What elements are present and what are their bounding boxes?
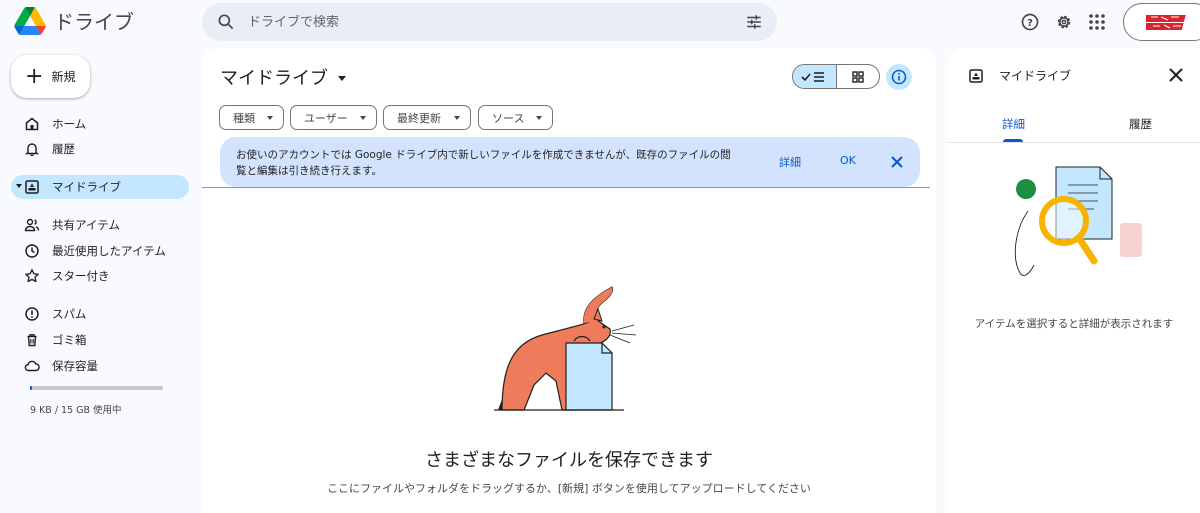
nav-item-starred[interactable]: スター付き bbox=[11, 264, 189, 288]
storage-usage-fill bbox=[30, 386, 32, 390]
trash-icon bbox=[27, 334, 37, 347]
storage-usage-bar bbox=[30, 386, 163, 390]
nav-item-trash[interactable]: ゴミ箱 bbox=[11, 328, 189, 352]
nav-item-storage[interactable]: 保存容量 bbox=[11, 354, 189, 378]
chevron-down-icon bbox=[338, 75, 346, 81]
close-icon[interactable] bbox=[1167, 66, 1185, 84]
details-title: マイドライブ bbox=[999, 69, 1072, 83]
plus-icon: + bbox=[25, 63, 44, 89]
chevron-down-icon bbox=[267, 116, 273, 120]
search-icon[interactable] bbox=[216, 12, 236, 32]
check-list-icon bbox=[801, 71, 825, 82]
app-name: ドライブ bbox=[54, 10, 134, 34]
drive-logo[interactable]: ドライブ bbox=[14, 6, 134, 35]
banner-details-link[interactable]: 詳細 bbox=[779, 154, 801, 170]
info-button[interactable] bbox=[886, 64, 912, 90]
filter-modified[interactable]: 最終更新 bbox=[383, 105, 471, 130]
home-icon bbox=[25, 117, 39, 131]
banner-message: お使いのアカウントでは Google ドライブ内で新しいファイルを作成できません… bbox=[236, 149, 731, 177]
nav-item-label: ホーム bbox=[52, 117, 87, 131]
empty-state-subtitle: ここにファイルやフォルダをドラッグするか、[新規] ボタンを使用してアップロード… bbox=[327, 482, 811, 495]
tab-details[interactable]: 詳細 bbox=[1002, 116, 1025, 132]
close-icon[interactable] bbox=[888, 153, 906, 171]
nav-item-my-drive[interactable]: マイドライブ bbox=[11, 175, 189, 199]
info-icon bbox=[891, 69, 907, 85]
filter-label: 最終更新 bbox=[397, 111, 441, 125]
storage-usage-text: 9 KB / 15 GB 使用中 bbox=[30, 405, 122, 416]
people-icon bbox=[24, 218, 40, 232]
details-illustration bbox=[1014, 166, 1142, 276]
nav-item-home[interactable]: ホーム bbox=[11, 112, 189, 136]
page-title[interactable]: マイドライブ bbox=[220, 64, 346, 90]
search-input[interactable] bbox=[248, 14, 718, 30]
chevron-down-icon bbox=[536, 116, 542, 120]
grid-view-button[interactable] bbox=[837, 65, 880, 88]
new-button-label: 新規 bbox=[51, 70, 76, 84]
svg-text:?: ? bbox=[1027, 18, 1033, 29]
page-title-label: マイドライブ bbox=[220, 68, 328, 89]
drive-logo-icon bbox=[14, 6, 46, 35]
filter-label: ユーザー bbox=[304, 111, 348, 125]
my-drive-icon bbox=[25, 180, 39, 194]
nav-item-spam[interactable]: スパム bbox=[11, 302, 189, 326]
apps-icon[interactable] bbox=[1086, 11, 1108, 33]
filter-label: ソース bbox=[492, 111, 525, 125]
filter-source[interactable]: ソース bbox=[478, 105, 553, 130]
help-icon[interactable]: ? bbox=[1019, 11, 1041, 33]
storage-notice-banner: お使いのアカウントでは Google ドライブ内で新しいファイルを作成できません… bbox=[220, 137, 920, 187]
main-panel: マイドライブ 種類 ユーザー 最終更新 ソース お使いのアカウントでは Goog… bbox=[202, 48, 936, 513]
nav-item-label: ゴミ箱 bbox=[52, 333, 87, 347]
cloud-icon bbox=[24, 360, 40, 372]
star-icon bbox=[25, 269, 39, 283]
tab-activity[interactable]: 履歴 bbox=[1129, 116, 1152, 132]
my-drive-icon bbox=[969, 69, 983, 83]
tab-divider bbox=[948, 142, 1200, 143]
settings-icon[interactable] bbox=[1053, 11, 1075, 33]
nav-item-shared[interactable]: 共有アイテム bbox=[11, 213, 189, 237]
nav-item-activity[interactable]: 履歴 bbox=[11, 137, 189, 161]
banner-ok-button[interactable]: OK bbox=[840, 154, 856, 167]
nav-item-label: 履歴 bbox=[52, 142, 75, 156]
search-bar[interactable] bbox=[202, 3, 777, 41]
grid-icon bbox=[852, 70, 864, 83]
clock-icon bbox=[25, 244, 39, 258]
search-options-icon[interactable] bbox=[745, 13, 763, 31]
details-panel: マイドライブ 詳細 履歴 アイテムを選択すると詳細が表示されます bbox=[948, 48, 1200, 513]
nav-item-label: スター付き bbox=[52, 269, 110, 283]
nav-item-recent[interactable]: 最近使用したアイテム bbox=[11, 239, 189, 263]
nav-item-label: 保存容量 bbox=[52, 359, 98, 373]
chevron-down-icon bbox=[454, 116, 460, 120]
view-toggle bbox=[792, 64, 880, 89]
list-view-button[interactable] bbox=[793, 65, 837, 88]
empty-state-title: さまざまなファイルを保存できます bbox=[425, 450, 713, 471]
details-empty-message: アイテムを選択すると詳細が表示されます bbox=[974, 318, 1174, 330]
nav-item-label: マイドライブ bbox=[52, 180, 121, 194]
cat-illustration bbox=[494, 286, 637, 411]
organization-logo bbox=[1146, 14, 1186, 32]
nav-item-label: 共有アイテム bbox=[52, 218, 120, 232]
chevron-down-icon bbox=[360, 116, 366, 120]
nav-item-label: 最近使用したアイテム bbox=[52, 244, 166, 258]
filter-user[interactable]: ユーザー bbox=[290, 105, 377, 130]
nav-item-label: スパム bbox=[52, 307, 87, 321]
expand-caret-icon[interactable] bbox=[16, 184, 22, 188]
spam-icon bbox=[25, 307, 39, 321]
new-button[interactable]: + 新規 bbox=[11, 55, 90, 98]
account-button[interactable] bbox=[1123, 3, 1200, 41]
bell-icon bbox=[24, 143, 40, 157]
filter-type[interactable]: 種類 bbox=[219, 105, 284, 130]
filter-label: 種類 bbox=[233, 111, 255, 125]
divider bbox=[202, 187, 930, 188]
